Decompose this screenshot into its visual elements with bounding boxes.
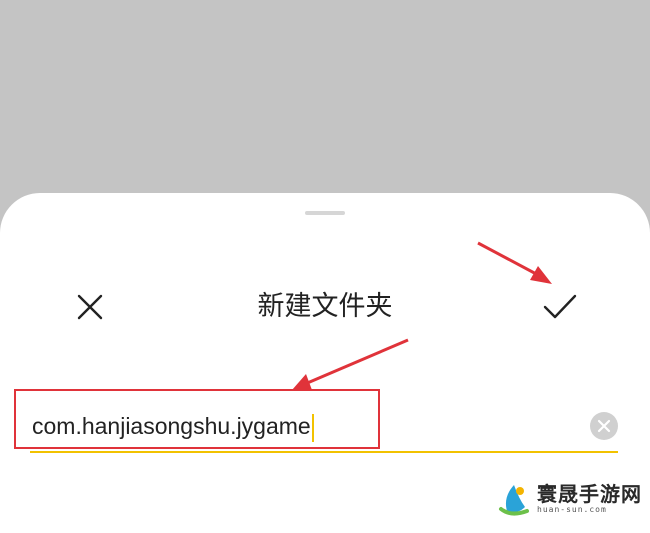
close-button[interactable]	[72, 289, 108, 325]
check-icon	[543, 294, 577, 319]
close-icon	[77, 294, 103, 320]
watermark-logo-icon	[499, 485, 529, 516]
watermark: 寰晟手游网 huan-sun.com	[497, 479, 642, 519]
confirm-button[interactable]	[540, 289, 580, 325]
drag-handle[interactable]	[305, 211, 345, 215]
clear-circle-icon	[597, 419, 611, 433]
watermark-url: huan-sun.com	[537, 505, 607, 514]
watermark-title: 寰晟手游网	[537, 482, 642, 506]
input-highlight-box	[14, 389, 380, 449]
clear-button[interactable]	[590, 412, 618, 440]
